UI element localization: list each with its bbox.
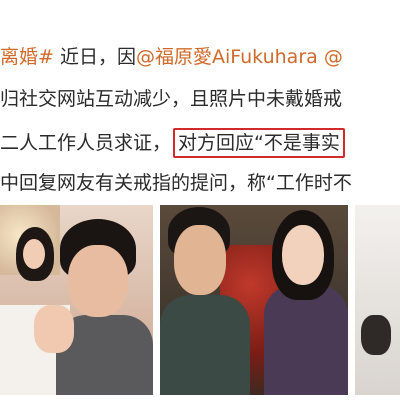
highlight-box: 对方回应“不是事实 (173, 128, 345, 158)
post-line-4: 中回复网友有关戒指的提问，称“工作时不 (0, 172, 352, 194)
post-line-2: 归社交网站互动减少，且照片中未戴婚戒 (0, 88, 343, 110)
post-line-3: 二人工作人员求证， 对方回应“不是事实 (0, 128, 345, 158)
post-line-1: 离婚# 近日，因@福原愛AiFukuhara @ (0, 44, 343, 70)
hand-wave-icon (34, 305, 74, 353)
hashtag-link[interactable]: 离婚# (0, 46, 54, 68)
mention-link-cutoff[interactable]: @ (318, 46, 343, 68)
post-text-segment: 二人工作人员求证， (0, 132, 172, 154)
mention-link[interactable]: @福原愛AiFukuhara (136, 46, 318, 68)
photo-thumbnail-2[interactable] (160, 205, 348, 395)
photo-thumbnail-1[interactable] (0, 205, 153, 395)
post-text: 离婚# 近日，因@福原愛AiFukuhara @ 归社交网站互动减少，且照片中未… (0, 0, 400, 205)
photo-grid (0, 205, 400, 395)
photo-thumbnail-3[interactable] (355, 205, 400, 395)
post-text-segment: 近日，因 (53, 46, 136, 68)
